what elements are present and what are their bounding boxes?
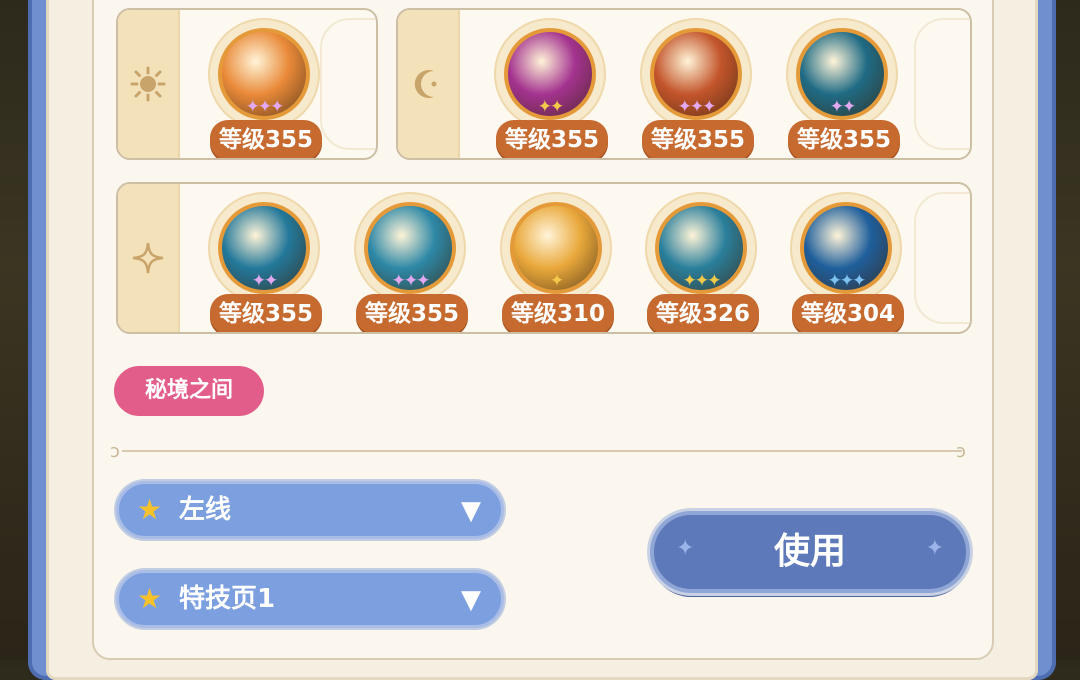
skill-slot[interactable]: ✦✦✦ 等级304 — [786, 186, 906, 332]
card-decoration — [914, 192, 970, 324]
lane-dropdown[interactable]: ★ 左线 ▼ — [116, 481, 504, 539]
star-rating: ✦✦✦ — [827, 271, 867, 291]
lineup-card-sparkle: ✦✦ 等级355 ✦✦✦ 等级355 ✦ 等级310 ✦✦✦ 等级326 ✦✦✦ 等级30… — [116, 182, 972, 334]
sparkle-icon — [132, 242, 164, 274]
level-badge: 等级355 — [210, 294, 322, 332]
card-tab-moon — [398, 10, 460, 158]
sparkle-icon: ✦ — [676, 536, 695, 561]
level-badge: 等级326 — [647, 294, 759, 332]
star-icon: ★ — [137, 493, 163, 526]
star-rating: ✦✦✦ — [677, 97, 717, 117]
card-decoration — [320, 18, 376, 150]
sun-icon — [130, 66, 166, 102]
level-badge: 等级355 — [788, 120, 900, 158]
skill-slot[interactable]: ✦✦✦ 等级355 — [204, 12, 324, 158]
sparkle-icon: ✦ — [925, 536, 944, 561]
star-icon: ★ — [137, 582, 163, 615]
lineup-card-moon: ✦✦ 等级355 ✦✦✦ 等级355 ✦✦ 等级355 — [396, 8, 972, 160]
star-rating: ✦✦ — [537, 97, 565, 117]
star-rating: ✦✦✦ — [391, 271, 431, 291]
skill-slot[interactable]: ✦ 等级310 — [496, 186, 616, 332]
card-decoration — [914, 18, 970, 150]
star-rating: ✦ — [549, 271, 564, 291]
skill-slot[interactable]: ✦✦✦ 等级355 — [350, 186, 470, 332]
skill-slot[interactable]: ✦✦ 等级355 — [490, 12, 610, 158]
skill-slot[interactable]: ✦✦ 等级355 — [782, 12, 902, 158]
card-tab-sun — [118, 10, 180, 158]
skill-slot[interactable]: ✦✦✦ 等级326 — [641, 186, 761, 332]
skill-page-dropdown-label: 特技页1 — [179, 584, 276, 614]
lineup-card-sun: ✦✦✦ 等级355 — [116, 8, 378, 160]
star-rating: ✦✦ — [251, 271, 279, 291]
chevron-down-icon: ▼ — [461, 496, 481, 526]
divider-ornament-left: ↄ — [110, 441, 120, 462]
star-rating: ✦✦✦ — [245, 97, 285, 117]
level-badge: 等级355 — [210, 120, 322, 158]
level-badge: 等级355 — [642, 120, 754, 158]
level-badge: 等级304 — [792, 294, 904, 332]
chevron-down-icon: ▼ — [461, 585, 481, 615]
skill-slot[interactable]: ✦✦ 等级355 — [204, 186, 324, 332]
card-tab-sparkle — [118, 184, 180, 332]
lane-dropdown-label: 左线 — [179, 495, 232, 525]
level-badge: 等级355 — [496, 120, 608, 158]
level-badge: 等级355 — [356, 294, 468, 332]
star-rating: ✦✦ — [829, 97, 857, 117]
section-divider — [122, 450, 962, 452]
moon-icon — [414, 70, 437, 98]
use-button-label: 使用 — [773, 531, 846, 572]
realm-tag: 秘境之间 — [114, 366, 264, 416]
skill-page-dropdown[interactable]: ★ 特技页1 ▼ — [116, 570, 504, 628]
divider-ornament-right: ↄ — [956, 441, 966, 462]
use-button[interactable]: ✦ 使用 ✦ — [650, 511, 970, 593]
skill-slot[interactable]: ✦✦✦ 等级355 — [636, 12, 756, 158]
level-badge: 等级310 — [502, 294, 614, 332]
star-rating: ✦✦✦ — [682, 271, 722, 291]
